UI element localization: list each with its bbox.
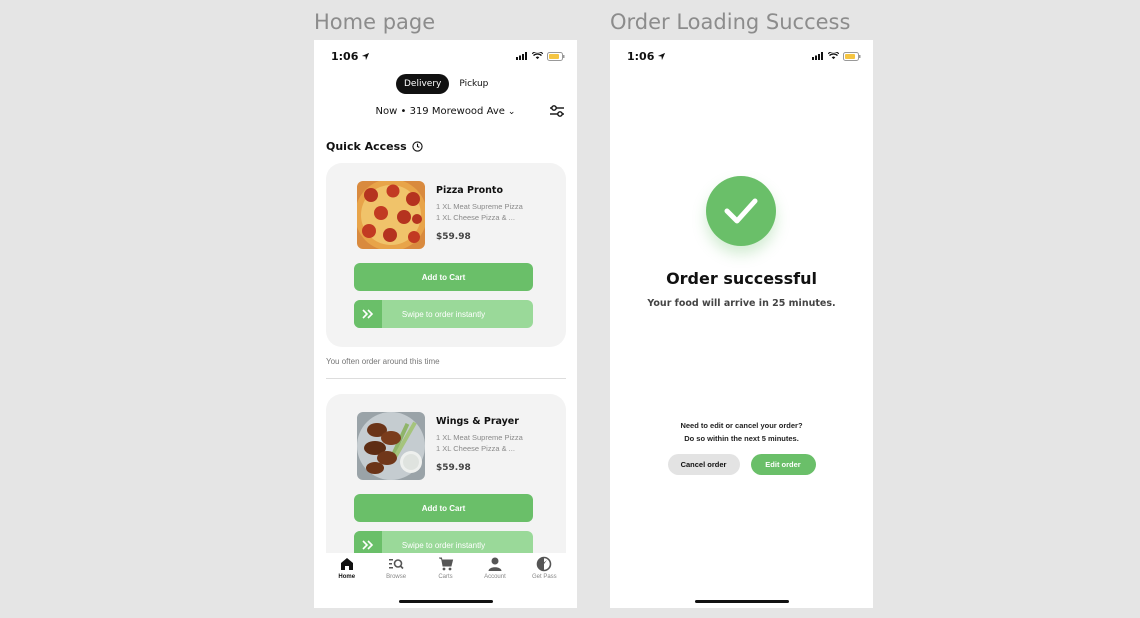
checkmark-icon	[724, 198, 758, 224]
status-bar: 1:06	[331, 49, 565, 63]
restaurant-name: Pizza Pronto	[436, 185, 504, 196]
order-item: 1 XL Cheese Pizza & ...	[436, 213, 515, 222]
divider	[326, 378, 566, 379]
order-item: 1 XL Cheese Pizza & ...	[436, 444, 515, 453]
status-time: 1:06	[331, 49, 359, 63]
tab-label: Account	[484, 574, 506, 580]
pass-icon	[537, 556, 552, 572]
address-text: Now • 319 Morewood Ave	[375, 106, 505, 117]
status-bar: 1:06	[627, 49, 861, 63]
chevron-down-icon: ⌄	[507, 107, 516, 117]
wifi-icon	[532, 52, 543, 60]
status-time: 1:06	[627, 49, 655, 63]
clock-icon	[412, 141, 423, 152]
tab-label: Home	[338, 574, 356, 580]
signal-icon	[812, 52, 823, 60]
swipe-to-order-slider[interactable]: Swipe to order instantly	[354, 300, 533, 328]
edit-notice: Need to edit or cancel your order? Do so…	[610, 419, 873, 445]
delivery-pickup-toggle: Delivery Pickup	[396, 74, 498, 94]
order-details: Pizza Pronto 1 XL Meat Supreme Pizza 1 X…	[436, 185, 561, 242]
location-arrow-icon	[658, 52, 666, 60]
edit-order-button[interactable]: Edit order	[750, 454, 816, 475]
restaurant-name: Wings & Prayer	[436, 416, 519, 427]
cancel-order-button[interactable]: Cancel order	[667, 454, 740, 475]
edit-notice-line: Need to edit or cancel your order?	[680, 421, 803, 430]
cart-icon	[438, 557, 453, 571]
pickup-tab[interactable]: Pickup	[449, 74, 498, 94]
tab-label: Get Pass	[531, 574, 557, 580]
account-icon	[488, 557, 502, 571]
add-to-cart-button[interactable]: Add to Cart	[354, 263, 533, 291]
tab-home[interactable]: Home	[322, 553, 371, 608]
tab-label: Carts	[438, 574, 453, 580]
order-details: Wings & Prayer 1 XL Meat Supreme Pizza 1…	[436, 416, 561, 473]
home-screen: 1:06 Delivery Pickup Now • 319 Morewood …	[314, 40, 577, 608]
filter-icon[interactable]	[549, 103, 565, 119]
tab-label: Browse	[386, 574, 407, 580]
order-item: 1 XL Meat Supreme Pizza	[436, 433, 523, 442]
order-success-screen: 1:06 Order successful Your food will arr…	[610, 40, 873, 608]
battery-icon	[547, 51, 565, 61]
home-icon	[340, 558, 353, 570]
order-action-buttons: Cancel order Edit order	[610, 454, 873, 475]
arrival-estimate: Your food will arrive in 25 minutes.	[647, 298, 836, 309]
tab-get-pass[interactable]: Get Pass	[520, 553, 569, 608]
battery-icon	[843, 51, 861, 61]
swipe-handle[interactable]	[354, 300, 382, 328]
success-checkmark	[706, 176, 776, 246]
home-indicator	[399, 600, 493, 603]
quick-order-card: Pizza Pronto 1 XL Meat Supreme Pizza 1 X…	[326, 163, 566, 347]
double-chevron-right-icon	[362, 540, 374, 550]
success-title: Order successful	[666, 269, 817, 288]
delivery-tab[interactable]: Delivery	[396, 74, 450, 94]
home-indicator	[695, 600, 789, 603]
address-selector[interactable]: Now • 319 Morewood Ave ⌄	[314, 106, 577, 117]
home-frame-title: Home page	[314, 10, 436, 34]
browse-icon	[389, 559, 404, 570]
wifi-icon	[828, 52, 839, 60]
section-title: Quick Access	[326, 140, 407, 153]
quick-access-heading: Quick Access	[326, 140, 423, 153]
edit-notice-line: Do so within the next 5 minutes.	[684, 434, 799, 443]
swipe-label: Swipe to order instantly	[401, 540, 486, 550]
success-frame-title: Order Loading Success	[610, 10, 851, 34]
order-price: $59.98	[436, 232, 471, 242]
double-chevron-right-icon	[362, 309, 374, 319]
swipe-label: Swipe to order instantly	[401, 309, 486, 319]
order-price: $59.98	[436, 463, 471, 473]
wings-image	[357, 412, 425, 480]
order-item: 1 XL Meat Supreme Pizza	[436, 202, 523, 211]
order-time-hint: You often order around this time	[326, 357, 440, 366]
location-arrow-icon	[362, 52, 370, 60]
add-to-cart-button[interactable]: Add to Cart	[354, 494, 533, 522]
signal-icon	[516, 52, 527, 60]
pizza-image	[357, 181, 425, 249]
